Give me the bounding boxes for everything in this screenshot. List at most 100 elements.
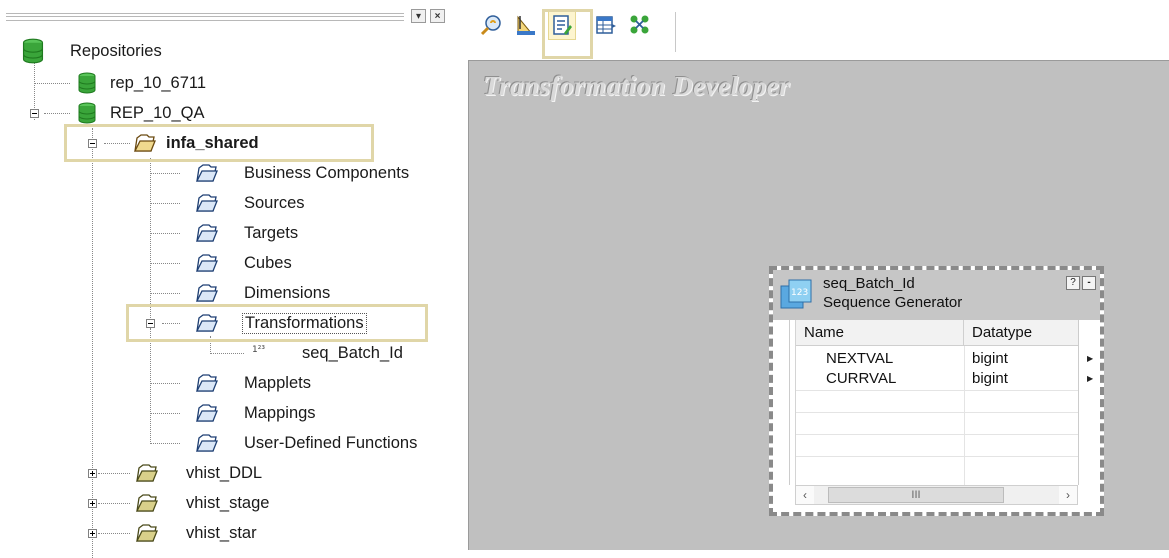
- collapse-icon[interactable]: [88, 139, 97, 148]
- tree-item-transformations[interactable]: Transformations: [196, 308, 367, 338]
- tree-item-seq-batch-id[interactable]: 1²³ seq_Batch_Id: [252, 338, 403, 368]
- target-designer-icon: [517, 15, 535, 35]
- port-link-column: ▶ ▶: [1078, 320, 1100, 485]
- folder-icon: [196, 373, 218, 393]
- tree-item-label: seq_Batch_Id: [302, 343, 403, 362]
- transformation-name: seq_Batch_Id: [823, 275, 915, 292]
- mapplet-designer-button[interactable]: [592, 10, 620, 40]
- database-icon: [78, 102, 96, 124]
- expand-icon[interactable]: [88, 469, 97, 478]
- dropdown-icon[interactable]: ▾: [411, 9, 426, 23]
- port-name[interactable]: NEXTVAL: [826, 349, 893, 369]
- scroll-thumb[interactable]: III: [828, 487, 1004, 503]
- folder-icon: [196, 223, 218, 243]
- svg-text:123: 123: [791, 288, 808, 298]
- collapse-icon[interactable]: [146, 319, 155, 328]
- tree-item-label: vhist_star: [186, 523, 257, 542]
- tree-item-label: Mapplets: [244, 373, 311, 392]
- tree-item-label: Business Components: [244, 163, 410, 182]
- transformation-header[interactable]: 123 seq_Batch_Id Sequence Generator ? -: [773, 270, 1100, 320]
- database-icon: [22, 38, 44, 64]
- mapplet-designer-icon: [596, 16, 616, 34]
- tree-item-label: vhist_stage: [186, 493, 270, 512]
- tree-item-targets[interactable]: Targets: [196, 218, 298, 248]
- tree-item-folder-infa-shared[interactable]: infa_shared: [134, 128, 259, 158]
- minimize-button[interactable]: -: [1082, 276, 1096, 290]
- tree-item-label: Transformations: [242, 312, 367, 334]
- horizontal-scrollbar[interactable]: ‹ III ›: [795, 485, 1078, 505]
- port-name[interactable]: CURRVAL: [826, 369, 896, 389]
- tree-item-label: Dimensions: [244, 283, 331, 302]
- folder-icon: [196, 193, 218, 213]
- scroll-left-icon[interactable]: ‹: [796, 486, 814, 504]
- transformation-type: Sequence Generator: [823, 294, 963, 311]
- folder-icon: [196, 163, 218, 183]
- navigator-titlebar: ▾ ×: [0, 0, 462, 32]
- workspace-canvas[interactable]: Transformation Developer 123 seq_Batch_I…: [468, 60, 1169, 550]
- workspace-title: Transformation Developer: [483, 71, 791, 101]
- tree-item-mapplets[interactable]: Mapplets: [196, 368, 311, 398]
- expand-icon[interactable]: [88, 499, 97, 508]
- tree-item-folder[interactable]: vhist_stage: [136, 488, 269, 518]
- tree-item-repository[interactable]: REP_10_QA: [78, 98, 204, 128]
- highlight-box: [542, 9, 593, 59]
- mapping-designer-button[interactable]: [626, 10, 654, 40]
- transformation-object[interactable]: 123 seq_Batch_Id Sequence Generator ? - …: [769, 266, 1104, 516]
- folder-icon: [196, 253, 218, 273]
- folder-icon: [196, 403, 218, 423]
- folder-icon: [136, 493, 158, 513]
- tree-item-folder[interactable]: vhist_DDL: [136, 458, 262, 488]
- designer-workspace: Transformation Developer 123 seq_Batch_I…: [462, 0, 1169, 550]
- target-designer-button[interactable]: [512, 10, 540, 40]
- help-button[interactable]: ?: [1066, 276, 1080, 290]
- tree-item-label: Cubes: [244, 253, 292, 272]
- tree-item-label: Mappings: [244, 403, 316, 422]
- column-header-datatype[interactable]: Datatype: [964, 320, 1079, 346]
- tree-item-folder[interactable]: vhist_star: [136, 518, 257, 548]
- close-icon[interactable]: ×: [430, 9, 445, 23]
- repository-tree: Repositories rep_10_6711 REP_10_QA infa_…: [0, 32, 462, 558]
- tree-item-label: User-Defined Functions: [244, 433, 418, 452]
- tree-item-label: Targets: [244, 223, 299, 242]
- toolbar-separator: [675, 12, 679, 52]
- row-selector[interactable]: [773, 320, 790, 485]
- folder-icon: [136, 523, 158, 543]
- tree-item-sources[interactable]: Sources: [196, 188, 305, 218]
- tree-item-label: Sources: [244, 193, 305, 212]
- scroll-right-icon[interactable]: ›: [1059, 486, 1077, 504]
- folder-open-icon: [134, 133, 156, 153]
- database-icon: [78, 72, 96, 94]
- folder-icon: [196, 283, 218, 303]
- mapping-designer-icon: [630, 15, 649, 34]
- tree-item-label: vhist_DDL: [186, 463, 263, 482]
- collapse-icon[interactable]: [30, 109, 39, 118]
- tree-item-business-components[interactable]: Business Components: [196, 158, 409, 188]
- source-analyzer-button[interactable]: [478, 10, 506, 40]
- sequence-generator-icon: 123: [780, 279, 812, 309]
- expand-icon[interactable]: [88, 529, 97, 538]
- source-analyzer-icon: [480, 15, 501, 36]
- sequence-icon: 1²³: [252, 345, 265, 355]
- tree-item-label: rep_10_6711: [110, 73, 207, 92]
- ports-panel: Name Datatype NEXTVAL bigint CURRVAL big…: [773, 320, 1100, 512]
- tree-item-repositories[interactable]: Repositories: [22, 36, 162, 66]
- tree-item-repository[interactable]: rep_10_6711: [78, 68, 206, 98]
- folder-icon: [196, 313, 218, 333]
- port-output-icon[interactable]: ▶: [1087, 354, 1093, 363]
- tree-item-label: Repositories: [70, 41, 162, 60]
- drag-grip[interactable]: [6, 13, 404, 21]
- tree-item-mappings[interactable]: Mappings: [196, 398, 316, 428]
- folder-icon: [136, 463, 158, 483]
- port-output-icon[interactable]: ▶: [1087, 374, 1093, 383]
- tree-item-user-defined-functions[interactable]: User-Defined Functions: [196, 428, 417, 458]
- port-datatype[interactable]: bigint: [972, 349, 1008, 369]
- tree-item-label: REP_10_QA: [110, 103, 205, 122]
- navigator-panel: ▾ × Repositories rep_10_6711 REP_10_QA i…: [0, 0, 462, 558]
- ports-grid: Name Datatype NEXTVAL bigint CURRVAL big…: [795, 320, 1079, 485]
- tree-item-dimensions[interactable]: Dimensions: [196, 278, 330, 308]
- tools-toolbar: [462, 0, 1169, 60]
- port-datatype[interactable]: bigint: [972, 369, 1008, 389]
- column-header-name[interactable]: Name: [796, 320, 964, 346]
- folder-icon: [196, 433, 218, 453]
- tree-item-cubes[interactable]: Cubes: [196, 248, 292, 278]
